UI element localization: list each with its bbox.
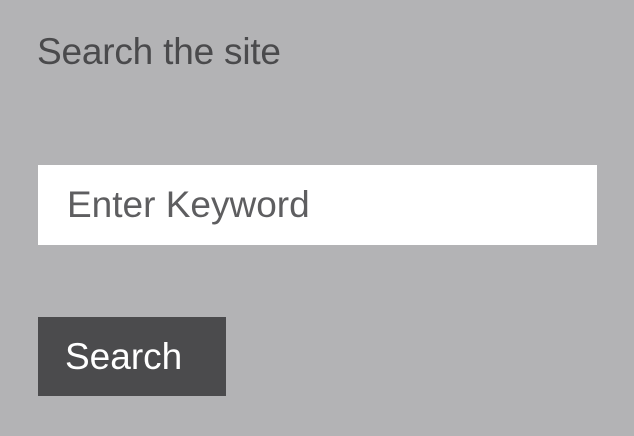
search-heading: Search the site [37, 31, 281, 72]
search-input[interactable] [38, 165, 597, 245]
search-button[interactable]: Search [38, 317, 226, 396]
search-widget: Search the site Search [0, 0, 634, 436]
